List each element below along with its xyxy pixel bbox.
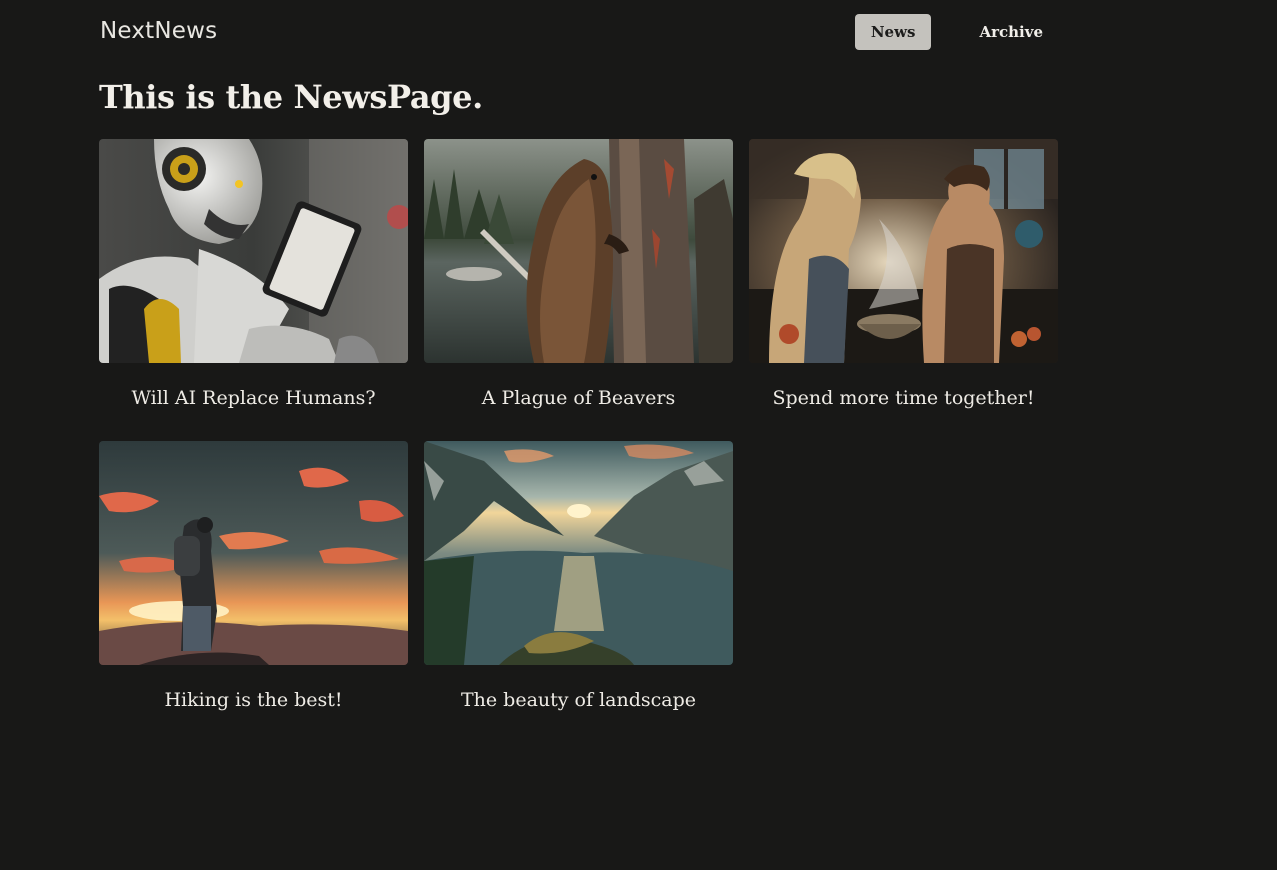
news-card-title[interactable]: A Plague of Beavers [424, 385, 733, 411]
nav-archive-link[interactable]: Archive [963, 14, 1059, 50]
news-card-title[interactable]: Spend more time together! [749, 385, 1058, 411]
page-title: This is the NewsPage. [99, 78, 483, 116]
site-header: NextNews News Archive [99, 14, 1059, 50]
site-logo[interactable]: NextNews [100, 17, 217, 45]
robot-holding-tablet-image[interactable] [99, 139, 408, 363]
beaver-on-tree-by-lake-image[interactable] [424, 139, 733, 363]
news-card-landscape[interactable]: The beauty of landscape [424, 441, 733, 713]
news-card-together[interactable]: Spend more time together! [749, 139, 1058, 411]
mountain-lake-landscape-image[interactable] [424, 441, 733, 665]
news-card-ai[interactable]: Will AI Replace Humans? [99, 139, 408, 411]
news-card-hiking[interactable]: Hiking is the best! [99, 441, 408, 713]
news-grid: Will AI Replace Humans? A Plague of Beav… [99, 139, 1059, 713]
hiker-at-sunset-image[interactable] [99, 441, 408, 665]
news-card-beavers[interactable]: A Plague of Beavers [424, 139, 733, 411]
couple-cooking-in-kitchen-image[interactable] [749, 139, 1058, 363]
news-card-title[interactable]: Will AI Replace Humans? [99, 385, 408, 411]
nav-news-link[interactable]: News [854, 14, 932, 50]
main-nav: News Archive [854, 14, 1059, 50]
news-card-title[interactable]: The beauty of landscape [424, 687, 733, 713]
news-card-title[interactable]: Hiking is the best! [99, 687, 408, 713]
